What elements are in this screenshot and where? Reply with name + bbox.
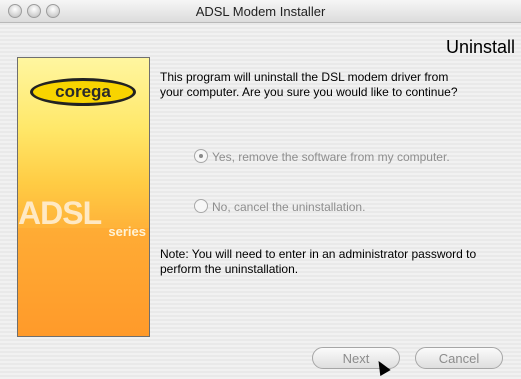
option-cancel-label: No, cancel the uninstallation. [212, 200, 366, 214]
radio-selected-icon[interactable] [194, 149, 208, 163]
corega-logo: corega [30, 78, 136, 106]
title-bar[interactable]: ADSL Modem Installer [0, 0, 521, 23]
installer-window: ADSL Modem Installer Uninstall corega AD… [0, 0, 521, 379]
brand-main-text: ADSL [18, 195, 102, 231]
confirmation-message: This program will uninstall the DSL mode… [160, 70, 458, 99]
logo-text: corega [55, 82, 111, 101]
window-title: ADSL Modem Installer [195, 4, 326, 19]
option-remove-software[interactable]: Yes, remove the software from my compute… [194, 149, 450, 164]
option-remove-label: Yes, remove the software from my compute… [212, 150, 450, 164]
page-heading: Uninstall [445, 37, 515, 57]
radio-unselected-icon[interactable] [194, 199, 208, 213]
brand-side-panel: corega ADSL series [17, 57, 150, 337]
panel-lower-band [18, 228, 149, 336]
brand-sub-text: series [108, 224, 146, 239]
option-cancel-uninstall[interactable]: No, cancel the uninstallation. [194, 199, 365, 214]
admin-password-note: Note: You will need to enter in an admin… [160, 247, 477, 276]
cancel-button[interactable]: Cancel [415, 347, 503, 369]
